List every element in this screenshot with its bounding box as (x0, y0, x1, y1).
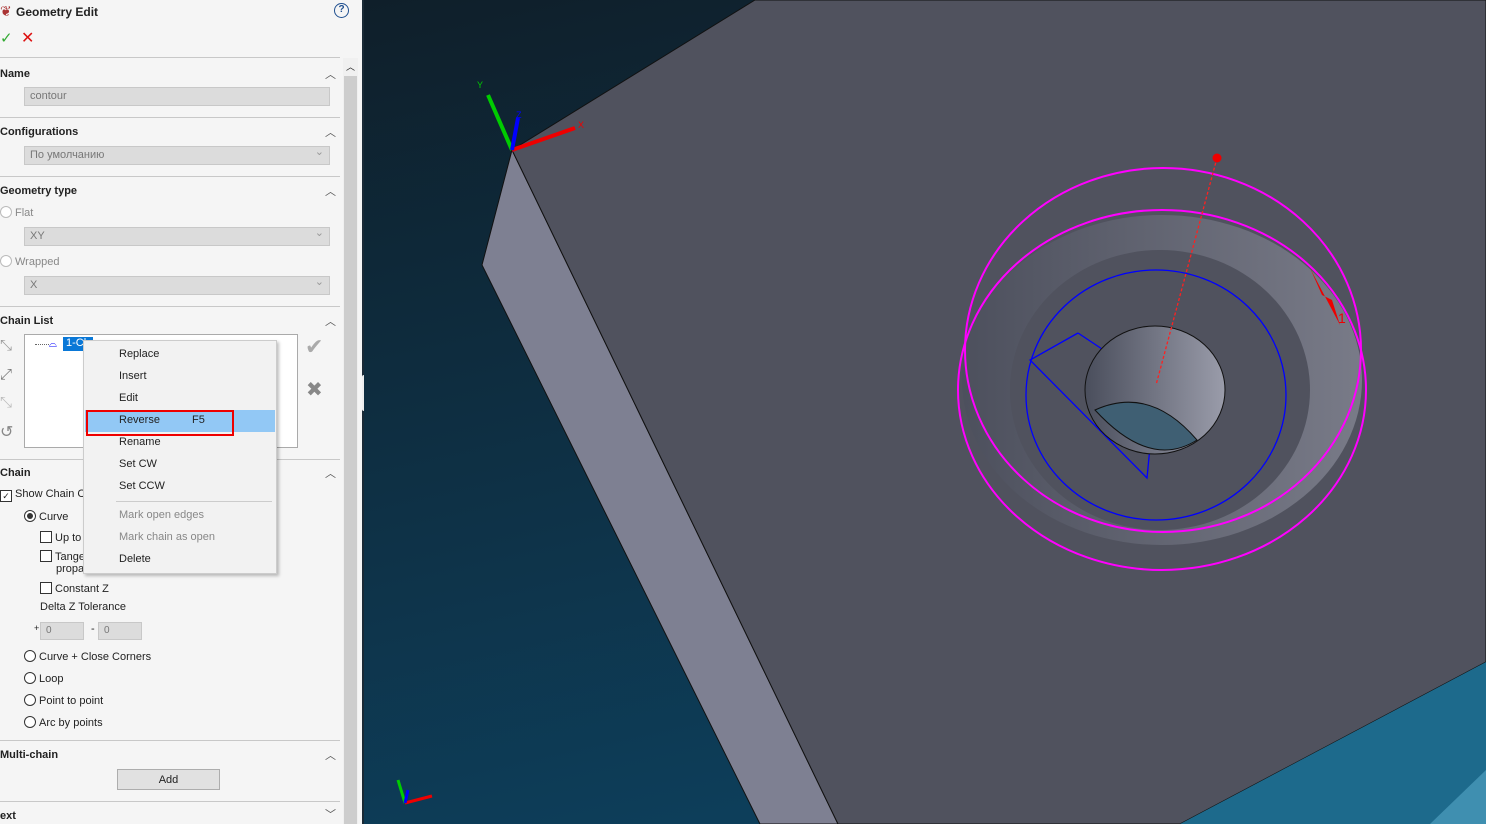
propagate-label: propa (56, 563, 85, 575)
chain-icon: ⌓ (49, 339, 57, 350)
wrapped-radio[interactable]: Wrapped (0, 255, 59, 268)
flat-plane-select[interactable]: XY (24, 226, 330, 246)
curve-radio[interactable]: Curve (24, 510, 68, 523)
configurations-header[interactable]: Configurations (0, 126, 78, 138)
menu-item-mark-open-edges[interactable]: Mark open edges (85, 505, 275, 527)
menu-item-set-cw[interactable]: Set CW (85, 454, 275, 476)
collapse-chevron-icon[interactable]: ︿ (325, 465, 336, 481)
constant-z-checkbox[interactable]: Constant Z (40, 582, 109, 595)
question-icon[interactable]: ? (334, 3, 349, 18)
panel-scrollbar[interactable]: ︿ (343, 58, 358, 824)
multi-chain-header[interactable]: Multi-chain (0, 749, 58, 761)
ok-check-icon[interactable]: ✓ (0, 29, 13, 47)
delta-z-plus-input[interactable]: 0 (40, 622, 84, 640)
chain-arrow-icon[interactable]: ⤡ (0, 394, 12, 411)
add-button[interactable]: Add (117, 769, 220, 790)
3d-viewport[interactable]: 1 Y X Z (364, 0, 1486, 824)
up-to-checkbox[interactable]: Up to (40, 531, 81, 544)
minus-sign: - (91, 623, 95, 635)
curve-label: Curve (39, 511, 69, 523)
curve-close-corners-radio[interactable]: Curve + Close Corners (24, 650, 151, 663)
chain-marker-label: 1 (1338, 310, 1346, 326)
arc-by-points-label: Arc by points (39, 717, 103, 729)
delta-z-label: Delta Z Tolerance (40, 601, 127, 613)
wrapped-label: Wrapped (15, 256, 60, 268)
wrapped-axis-select[interactable]: X (24, 275, 330, 295)
configuration-select[interactable]: По умолчанию (24, 145, 330, 165)
context-menu: Replace Insert Edit Reverse F5 Rename Set… (83, 340, 277, 574)
menu-item-mark-chain-open[interactable]: Mark chain as open (85, 527, 275, 549)
collapse-chevron-icon[interactable]: ︿ (325, 124, 336, 140)
show-chain-checkbox[interactable]: ✓ Show Chain C (0, 488, 85, 502)
tangent-label: Tange (55, 551, 85, 563)
panel-title: Geometry Edit (16, 5, 99, 19)
curve-close-label: Curve + Close Corners (39, 651, 152, 663)
undo-icon[interactable]: ↺ (0, 422, 13, 442)
menu-item-replace[interactable]: Replace (85, 344, 275, 366)
up-to-label: Up to (55, 532, 82, 544)
remove-chain-icon[interactable]: ✖ (306, 377, 323, 402)
loop-label: Loop (39, 673, 64, 685)
constant-z-label: Constant Z (55, 583, 109, 595)
show-chain-label: Show Chain C (15, 488, 86, 500)
collapse-chevron-icon[interactable]: ︿ (325, 183, 336, 199)
cancel-x-icon[interactable]: ✕ (21, 28, 34, 48)
axis-y-label: Y (477, 80, 483, 90)
chain-move-icon[interactable]: ⤢ (0, 366, 12, 383)
name-section-header[interactable]: Name (0, 68, 30, 80)
loop-radio[interactable]: Loop (24, 672, 63, 685)
chain-select-icon[interactable]: ⤡ (0, 337, 12, 354)
arc-by-points-radio[interactable]: Arc by points (24, 716, 103, 729)
collapse-chevron-icon[interactable]: ︿ (325, 313, 336, 329)
tangent-checkbox[interactable]: Tange (40, 550, 85, 563)
accept-chain-icon[interactable]: ✔ (305, 334, 323, 360)
flat-radio[interactable]: Flat (0, 206, 33, 219)
delta-z-minus-input[interactable]: 0 (98, 622, 142, 640)
collapse-chevron-icon[interactable]: ︿ (325, 747, 336, 763)
point-to-point-radio[interactable]: Point to point (24, 694, 103, 707)
axis-x-label: X (578, 120, 584, 130)
expand-chevron-icon[interactable]: ﹀ (325, 806, 336, 822)
name-input[interactable]: contour (24, 87, 330, 106)
text-section-header[interactable]: ext (0, 810, 16, 822)
flat-label: Flat (15, 207, 34, 219)
chain-start-point (1212, 153, 1222, 163)
geometry-edit-icon: ❦ (0, 3, 12, 19)
menu-item-insert[interactable]: Insert (85, 366, 275, 388)
menu-item-set-ccw[interactable]: Set CCW (85, 476, 275, 498)
point-to-point-label: Point to point (39, 695, 104, 707)
geometry-edit-panel: ❦ Geometry Edit ? ✓ ✕ Name ︿ contour Con… (0, 0, 362, 824)
collapse-chevron-icon[interactable]: ︿ (325, 66, 336, 82)
geometry-type-header[interactable]: Geometry type (0, 185, 77, 197)
chain-list-header[interactable]: Chain List (0, 315, 53, 327)
menu-item-rename[interactable]: Rename (85, 432, 275, 454)
plus-sign: + (34, 623, 40, 633)
menu-item-edit[interactable]: Edit (85, 388, 275, 410)
chain-header[interactable]: Chain (0, 467, 31, 479)
axis-z-label: Z (516, 110, 522, 120)
scrollbar-thumb[interactable] (344, 76, 357, 824)
menu-item-delete[interactable]: Delete (85, 549, 275, 571)
